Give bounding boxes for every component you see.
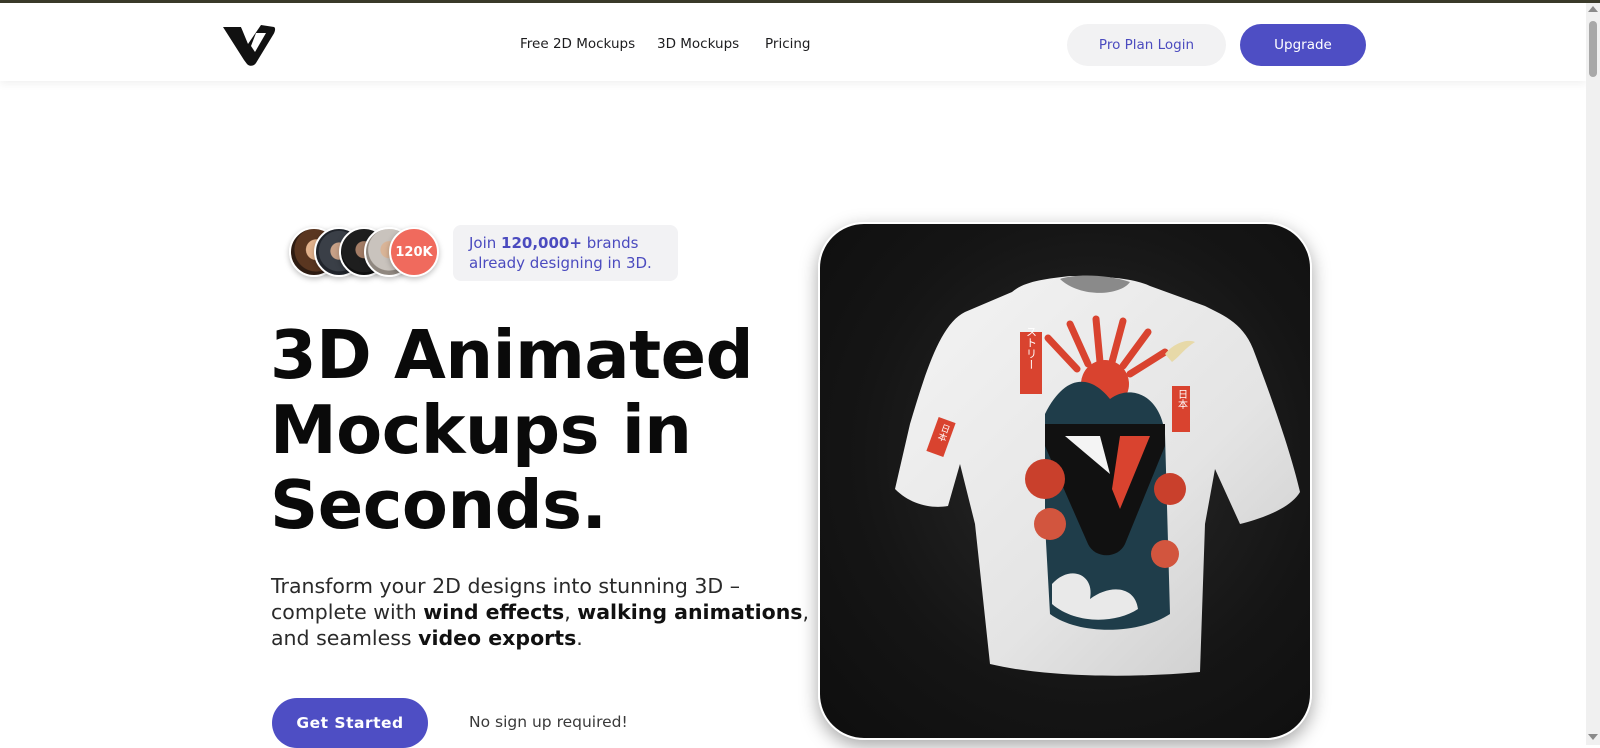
upgrade-button[interactable]: Upgrade	[1240, 24, 1366, 66]
nav-pricing[interactable]: Pricing	[765, 36, 811, 52]
join-brands-pill: Join 120,000+ brands already designing i…	[453, 225, 678, 281]
site-header: Free 2D Mockups 3D Mockups Pricing Pro P…	[0, 3, 1586, 81]
hero-desc-line1: Transform your 2D designs into stunning …	[271, 574, 740, 598]
page-scrollbar[interactable]	[1586, 3, 1600, 745]
tshirt-illustration: ストリー 日本 日本	[895, 275, 1300, 676]
hero-desc-text: ,	[802, 600, 810, 624]
hero-desc-wind: wind effects	[423, 600, 565, 624]
get-started-button[interactable]: Get Started	[272, 698, 428, 748]
hero-desc-text: and seamless	[271, 626, 419, 650]
no-signup-note: No sign up required!	[469, 713, 628, 731]
brand-logo-icon[interactable]	[220, 21, 276, 67]
tshirt-mockup-image[interactable]: ストリー 日本 日本	[818, 222, 1312, 740]
user-avatars: 120K	[289, 227, 449, 279]
scrollbar-thumb[interactable]	[1589, 21, 1597, 77]
scroll-up-arrow-icon[interactable]	[1588, 6, 1598, 12]
join-line2: already designing in 3D.	[469, 254, 652, 272]
sleeve-text-left: ストリー	[1025, 326, 1038, 370]
join-count: 120,000+	[501, 234, 582, 252]
join-prefix: Join	[469, 234, 502, 252]
scroll-down-arrow-icon[interactable]	[1588, 734, 1598, 740]
sleeve-text-right: 日本	[1176, 389, 1188, 410]
hero-desc-text: .	[576, 626, 583, 650]
hero-description: Transform your 2D designs into stunning …	[271, 573, 809, 651]
hero-desc-walking: walking animations	[577, 600, 803, 624]
nav-3d-mockups[interactable]: 3D Mockups	[657, 36, 739, 52]
hero-title-line: Mockups in	[270, 391, 692, 469]
hero-title-line: Seconds.	[270, 466, 607, 544]
hero-desc-text: complete with	[271, 600, 424, 624]
hero-title: 3D Animated Mockups in Seconds.	[270, 316, 754, 544]
join-suffix: brands	[581, 234, 639, 252]
hero-desc-text: ,	[564, 600, 578, 624]
pro-plan-login-button[interactable]: Pro Plan Login	[1067, 24, 1226, 66]
hero-title-line: 3D Animated	[270, 316, 754, 394]
nav-free-2d-mockups[interactable]: Free 2D Mockups	[520, 36, 635, 52]
hero-desc-video: video exports	[418, 626, 577, 650]
avatar-count-badge: 120K	[389, 227, 439, 277]
